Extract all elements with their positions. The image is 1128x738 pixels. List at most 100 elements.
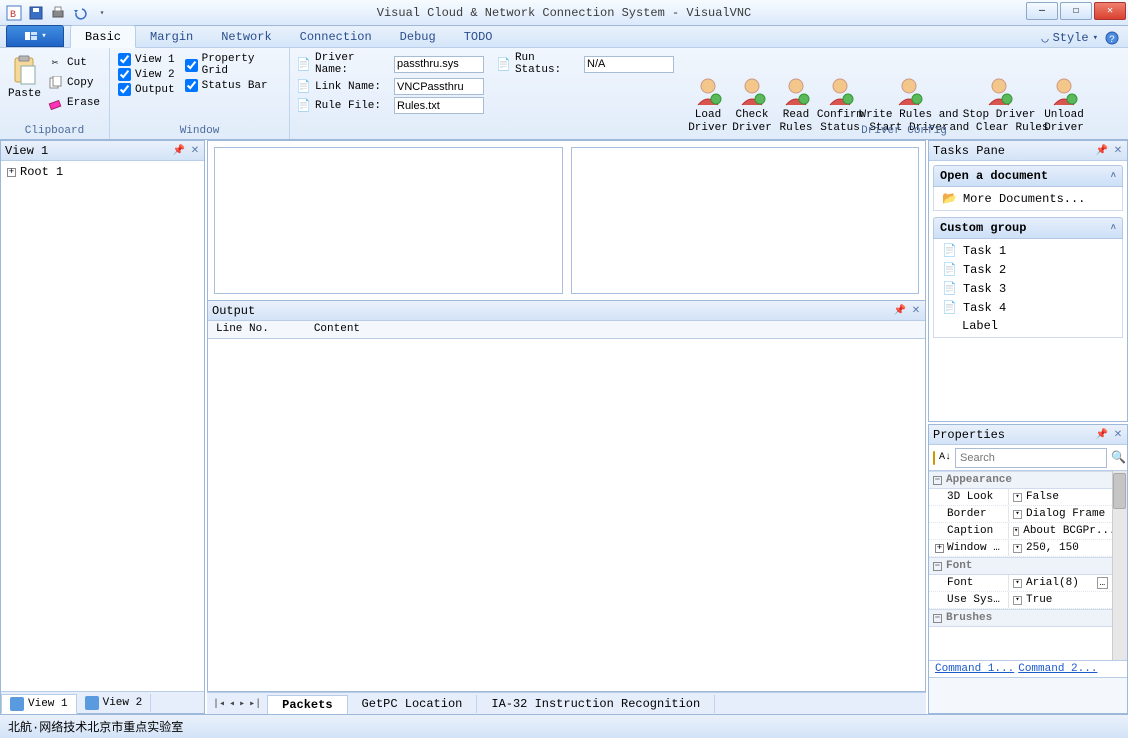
output-body[interactable] [208,339,925,691]
collapse-icon[interactable]: − [933,476,942,485]
command-1-link[interactable]: Command 1... [935,663,1014,675]
driver-name-input[interactable] [394,56,484,73]
prop-font-val[interactable]: Arial(8) [1026,577,1079,589]
task-label: Label [934,317,1122,335]
properties-grid[interactable]: −Appearance 3D Look▾False Border▾Dialog … [929,471,1127,660]
qat-save-icon[interactable] [26,3,46,23]
paste-button[interactable]: Paste [6,52,43,112]
check-status-bar[interactable]: Status Bar [183,78,283,93]
folder-icon: 📂 [942,191,957,206]
close-button[interactable]: ✕ [1094,2,1126,20]
sort-az-icon[interactable]: A↓ [939,452,951,463]
doc-icon: 📄 [496,56,511,72]
browse-button[interactable]: … [1097,577,1108,589]
tree-view[interactable]: +Root 1 [1,161,204,691]
maximize-button[interactable]: ☐ [1060,2,1092,20]
tab-basic[interactable]: Basic [70,25,136,48]
dropdown-icon[interactable]: ▾ [1013,527,1019,536]
properties-scrollbar[interactable] [1112,471,1127,660]
expand-icon[interactable]: + [7,168,16,177]
tab-icon [10,697,24,711]
prop-cat-appearance[interactable]: −Appearance [929,471,1112,489]
rule-file-input[interactable] [394,97,484,114]
prop-3dlook-val[interactable]: False [1026,491,1059,503]
tab-nav-arrows[interactable]: |◂◂▸▸| [207,698,267,710]
chevron-up-icon: ˄ [1111,171,1116,181]
tab-debug[interactable]: Debug [386,26,450,47]
pin-icon[interactable]: 📌 [172,144,186,158]
pin-icon[interactable]: 📌 [893,304,907,318]
left-tab-view1[interactable]: View 1 [1,694,77,714]
dropdown-icon[interactable]: ▾ [1013,596,1022,605]
tab-getpc[interactable]: GetPC Location [348,695,478,713]
help-icon[interactable]: ? [1102,28,1122,48]
app-menu-button[interactable]: ▾ [6,25,64,47]
categorized-icon[interactable] [933,451,935,465]
collapse-icon[interactable]: − [933,562,942,571]
pin-icon[interactable]: 📌 [1095,144,1109,158]
doc-icon: 📄 [942,243,957,258]
expand-icon[interactable]: + [935,544,944,553]
prop-border-val[interactable]: Dialog Frame [1026,508,1105,520]
tab-todo[interactable]: TODO [450,26,507,47]
dropdown-icon[interactable]: ▾ [1013,579,1022,588]
task-more-documents[interactable]: 📂More Documents... [934,189,1122,208]
paste-icon [9,54,41,86]
task-3[interactable]: 📄Task 3 [934,279,1122,298]
prop-cat-font[interactable]: −Font [929,557,1112,575]
tab-ia32[interactable]: IA-32 Instruction Recognition [477,695,715,713]
qat-print-icon[interactable] [48,3,68,23]
task-1[interactable]: 📄Task 1 [934,241,1122,260]
close-icon[interactable]: ✕ [1111,144,1125,158]
tab-connection[interactable]: Connection [286,26,386,47]
doc-icon: 📄 [942,281,957,296]
check-view2[interactable]: View 2 [116,67,177,82]
run-status-input[interactable] [584,56,674,73]
dropdown-icon[interactable]: ▾ [1013,544,1022,553]
prop-windowsize-val[interactable]: 250, 150 [1026,542,1079,554]
dropdown-icon[interactable]: ▾ [1013,493,1022,502]
cut-button[interactable]: ✂Cut [43,54,104,72]
workspace-box-2[interactable] [571,147,920,294]
left-tab-view2[interactable]: View 2 [77,694,152,712]
app-icon: B [4,3,24,23]
task-2[interactable]: 📄Task 2 [934,260,1122,279]
properties-search-input[interactable] [955,448,1107,468]
task-group-open-doc[interactable]: Open a document˄ [933,165,1123,187]
prop-usesys-val[interactable]: True [1026,594,1052,606]
doc-icon: 📄 [296,79,311,95]
tree-root-item[interactable]: +Root 1 [7,165,198,179]
erase-button[interactable]: Erase [43,94,104,112]
col-content[interactable]: Content [310,321,401,338]
minimize-button[interactable]: — [1026,2,1058,20]
copy-icon [47,75,63,91]
workspace-box-1[interactable] [214,147,563,294]
style-menu[interactable]: Style [1053,31,1089,45]
qat-undo-icon[interactable] [70,3,90,23]
tab-margin[interactable]: Margin [136,26,207,47]
check-output[interactable]: Output [116,82,177,97]
close-icon[interactable]: ✕ [188,144,202,158]
copy-button[interactable]: Copy [43,74,104,92]
scrollbar-thumb[interactable] [1113,473,1126,509]
group-driver-config-title: Driver Config [680,125,1128,137]
pin-icon[interactable]: 📌 [1095,428,1109,442]
close-icon[interactable]: ✕ [1111,428,1125,442]
col-line-no[interactable]: Line No. [212,321,310,338]
close-icon[interactable]: ✕ [909,304,923,318]
collapse-icon[interactable]: − [933,614,942,623]
search-icon[interactable]: 🔍 [1111,450,1126,465]
dropdown-icon[interactable]: ▾ [1013,510,1022,519]
link-name-input[interactable] [394,78,484,95]
prop-caption-val[interactable]: About BCGPr... [1023,525,1112,537]
check-view1[interactable]: View 1 [116,52,177,67]
output-columns: Line No. Content [208,321,925,339]
tab-packets[interactable]: Packets [267,695,347,715]
task-4[interactable]: 📄Task 4 [934,298,1122,317]
prop-cat-brushes[interactable]: −Brushes [929,609,1112,627]
qat-dropdown-icon[interactable]: ▾ [92,3,112,23]
check-property-grid[interactable]: Property Grid [183,52,283,78]
command-2-link[interactable]: Command 2... [1018,663,1097,675]
tab-network[interactable]: Network [207,26,285,47]
task-group-custom[interactable]: Custom group˄ [933,217,1123,239]
